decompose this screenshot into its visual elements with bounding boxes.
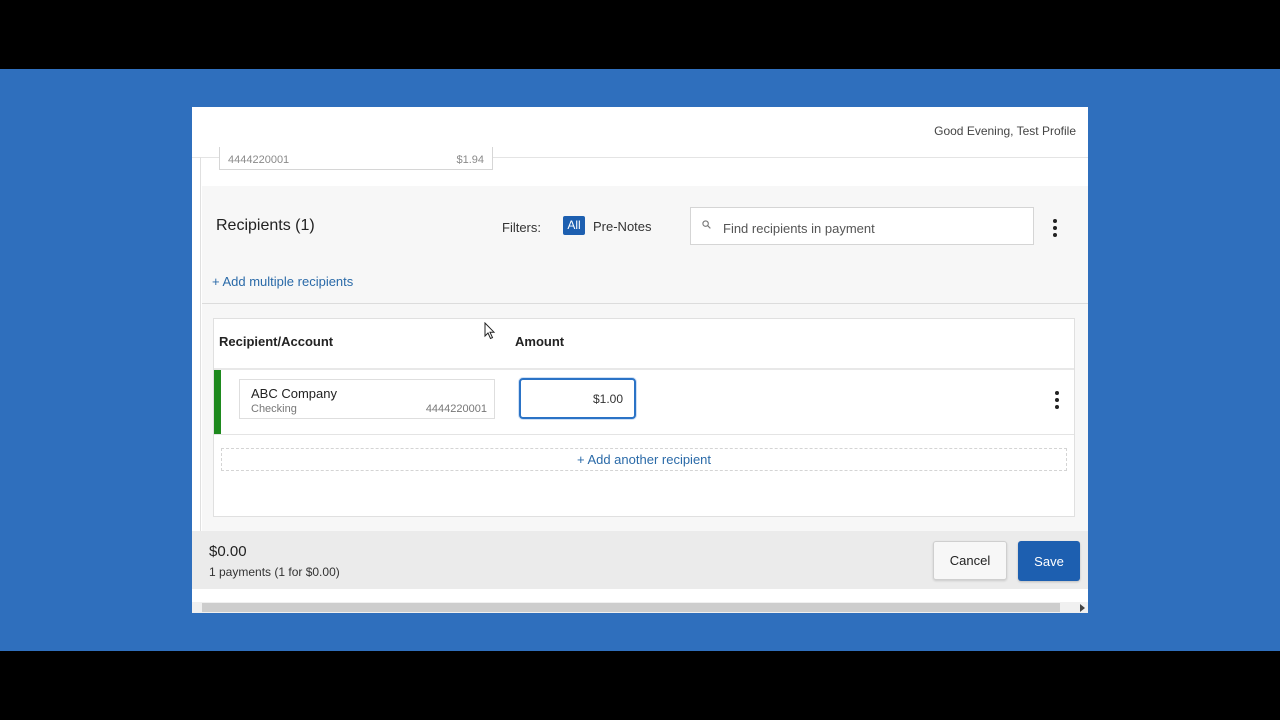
add-another-recipient-button[interactable]: + Add another recipient — [221, 448, 1067, 471]
account-type: Checking — [251, 403, 297, 415]
scroll-right-arrow-icon[interactable] — [1080, 604, 1085, 612]
account-number: 4444220001 — [425, 403, 487, 415]
horizontal-scrollbar[interactable] — [192, 602, 1088, 613]
recipients-more-menu-icon[interactable] — [1050, 219, 1060, 241]
column-header-recipient: Recipient/Account — [219, 334, 334, 349]
payment-window: Good Evening, Test Profile 4444220001 $1… — [192, 107, 1088, 613]
mouse-cursor-icon — [484, 322, 496, 340]
cancel-button[interactable]: Cancel — [933, 541, 1007, 580]
recipients-title: Recipients (1) — [216, 217, 315, 234]
previous-account-amount: $1.94 — [456, 154, 484, 166]
search-input[interactable] — [721, 217, 1025, 239]
row-more-menu-icon[interactable] — [1052, 391, 1062, 413]
header-divider — [214, 368, 1074, 370]
save-button[interactable]: Save — [1018, 541, 1080, 581]
footer-bar: $0.00 1 payments (1 for $0.00) Cancel Sa… — [192, 531, 1088, 589]
previous-account-card: 4444220001 $1.94 — [219, 147, 493, 170]
payment-summary: 1 payments (1 for $0.00) — [209, 565, 340, 579]
column-header-amount: Amount — [515, 334, 565, 349]
recipient-name: ABC Company — [251, 386, 337, 401]
filters-label: Filters: — [502, 220, 541, 235]
recipient-search[interactable] — [690, 207, 1034, 245]
amount-field[interactable] — [519, 378, 636, 419]
filter-all-button[interactable]: All — [563, 216, 585, 235]
recipients-table: Recipient/Account Amount ABC Company Che… — [213, 318, 1075, 517]
section-divider — [202, 303, 1088, 304]
search-icon — [702, 220, 711, 229]
add-multiple-recipients-link[interactable]: + Add multiple recipients — [212, 274, 353, 289]
payment-total: $0.00 — [209, 543, 247, 560]
row-divider — [214, 434, 1074, 435]
row-status-indicator — [214, 370, 221, 435]
filter-prenotes-button[interactable]: Pre-Notes — [593, 219, 652, 234]
scrollbar-thumb[interactable] — [202, 603, 1060, 612]
recipient-account-card[interactable]: ABC Company Checking 4444220001 — [239, 379, 495, 419]
previous-account-number: 4444220001 — [228, 154, 290, 166]
section-border — [200, 157, 201, 531]
user-greeting: Good Evening, Test Profile — [934, 124, 1076, 138]
